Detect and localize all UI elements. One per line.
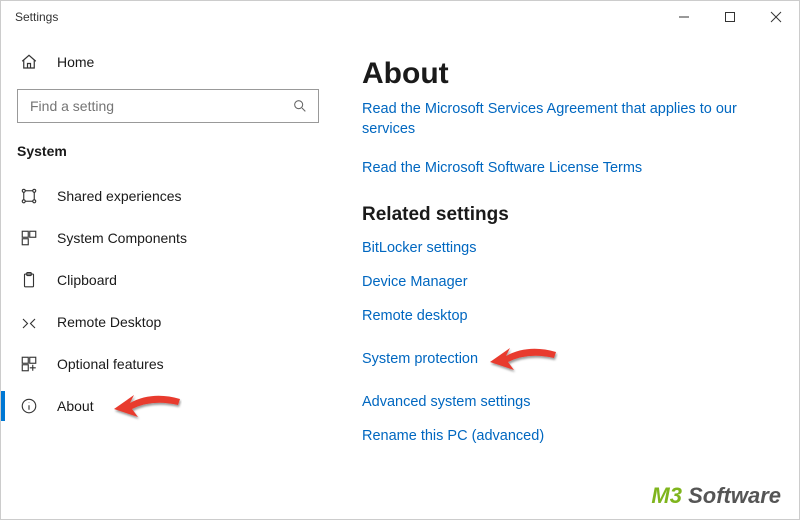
link-system-protection[interactable]: System protection	[362, 351, 478, 367]
sidebar-item-system-components[interactable]: System Components	[1, 217, 336, 259]
watermark-text: Software	[688, 483, 781, 508]
sidebar-item-about[interactable]: About	[1, 385, 336, 427]
shared-experiences-icon	[19, 187, 39, 205]
main-panel: About Read the Microsoft Services Agreem…	[336, 33, 799, 519]
sidebar-item-label: Optional features	[57, 356, 164, 372]
system-components-icon	[19, 229, 39, 247]
remote-desktop-icon	[19, 313, 39, 331]
clipboard-icon	[19, 271, 39, 289]
search-icon	[292, 98, 308, 114]
page-title: About	[362, 57, 779, 91]
optional-features-icon	[19, 355, 39, 373]
titlebar: Settings	[1, 1, 799, 33]
sidebar-item-optional-features[interactable]: Optional features	[1, 343, 336, 385]
home-label: Home	[57, 54, 94, 70]
watermark-m3: M3	[651, 483, 682, 508]
link-device-manager[interactable]: Device Manager	[362, 274, 779, 290]
link-bitlocker-settings[interactable]: BitLocker settings	[362, 240, 779, 256]
annotation-arrow-icon	[488, 342, 558, 376]
close-button[interactable]	[753, 1, 799, 33]
link-advanced-system-settings[interactable]: Advanced system settings	[362, 394, 779, 410]
sidebar-item-label: System Components	[57, 230, 187, 246]
sidebar-item-shared-experiences[interactable]: Shared experiences	[1, 175, 336, 217]
search-input[interactable]	[17, 89, 319, 123]
link-remote-desktop[interactable]: Remote desktop	[362, 308, 779, 324]
related-settings-heading: Related settings	[362, 204, 779, 226]
sidebar-item-label: Remote Desktop	[57, 314, 161, 330]
watermark: M3 Software	[651, 483, 781, 509]
window-controls	[661, 1, 799, 33]
link-license-terms[interactable]: Read the Microsoft Software License Term…	[362, 158, 779, 178]
sidebar: Home System Shared experiences System Co…	[1, 33, 336, 519]
home-icon	[19, 53, 39, 71]
sidebar-item-label: Clipboard	[57, 272, 117, 288]
search-field[interactable]	[28, 97, 292, 115]
link-services-agreement[interactable]: Read the Microsoft Services Agreement th…	[362, 99, 779, 140]
minimize-button[interactable]	[661, 1, 707, 33]
sidebar-item-label: Shared experiences	[57, 188, 182, 204]
link-rename-pc[interactable]: Rename this PC (advanced)	[362, 428, 779, 444]
sidebar-item-remote-desktop[interactable]: Remote Desktop	[1, 301, 336, 343]
window-title: Settings	[15, 10, 58, 24]
annotation-arrow-icon	[112, 389, 182, 423]
sidebar-item-label: About	[57, 398, 94, 414]
about-icon	[19, 397, 39, 415]
maximize-button[interactable]	[707, 1, 753, 33]
home-nav[interactable]: Home	[1, 41, 336, 83]
category-header: System	[1, 135, 336, 175]
sidebar-item-clipboard[interactable]: Clipboard	[1, 259, 336, 301]
